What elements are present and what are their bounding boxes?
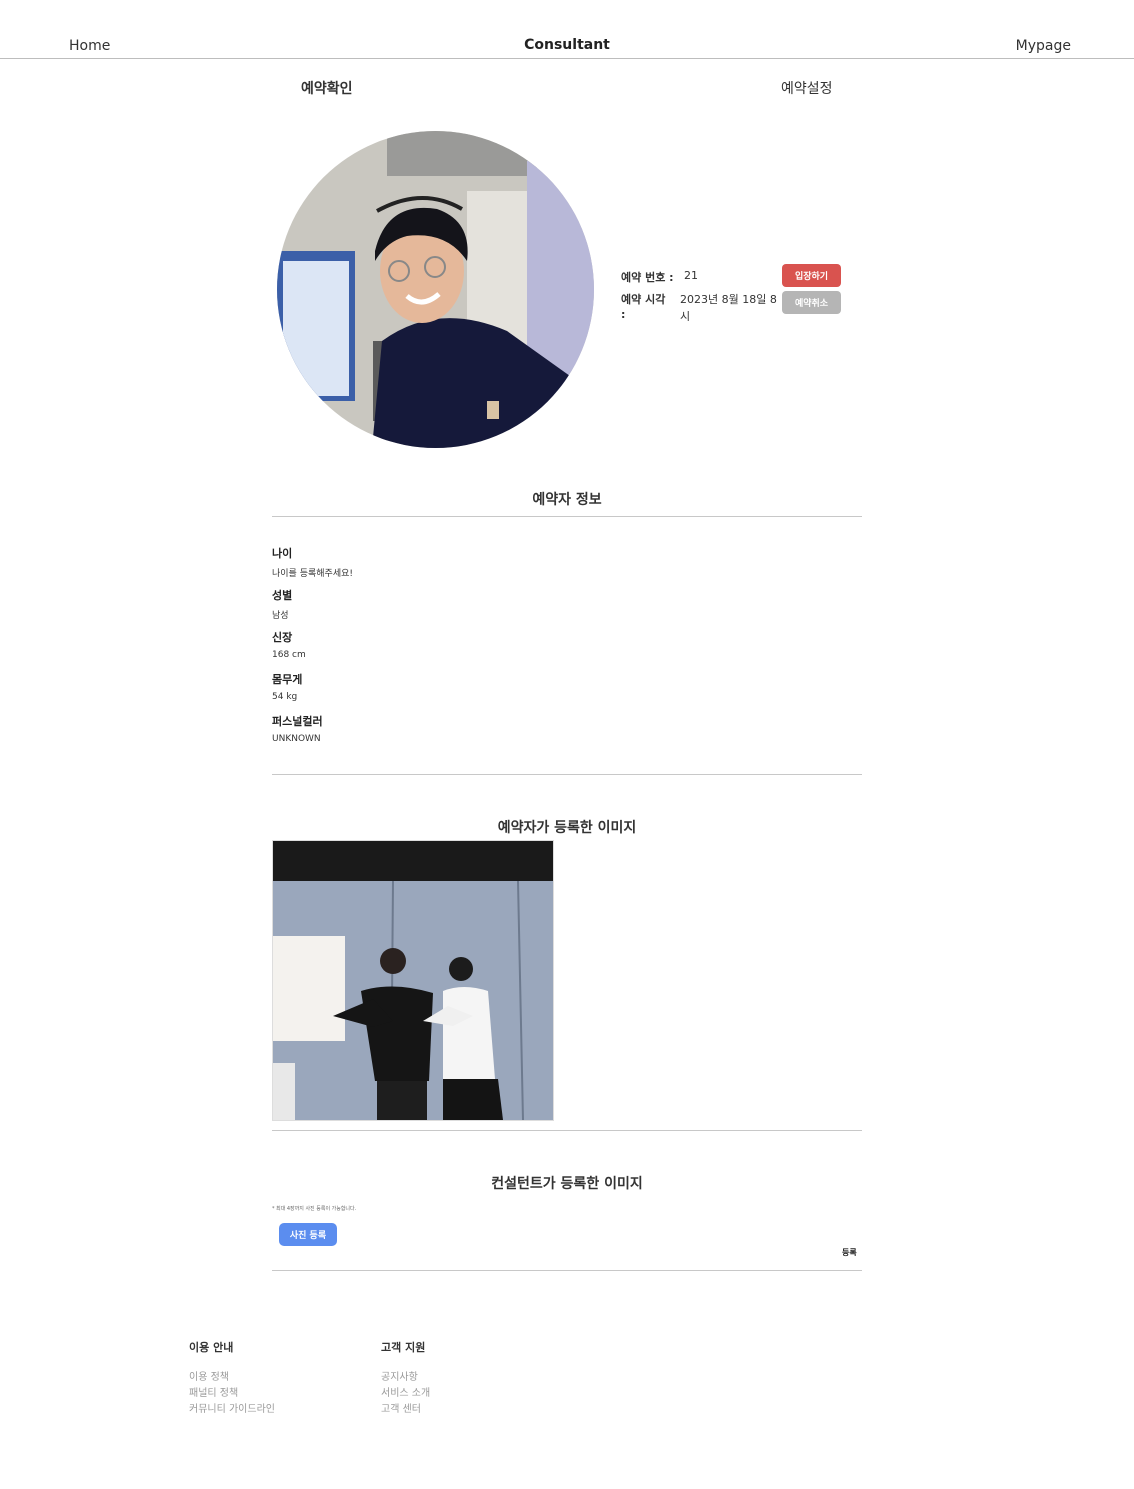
reservation-number-label: 예약 번호 :: [621, 271, 674, 284]
tab-reservation-settings[interactable]: 예약설정: [781, 78, 833, 98]
nav-mypage-link[interactable]: Mypage: [1016, 38, 1071, 54]
personal-color-label: 퍼스널컬러: [272, 715, 323, 728]
reservation-time-colon: :: [621, 308, 626, 321]
user-uploaded-image[interactable]: [272, 840, 554, 1121]
reserver-info-title: 예약자 정보: [532, 492, 602, 508]
user-images-title: 예약자가 등록한 이미지: [497, 820, 637, 836]
footer-link-penalty-policy[interactable]: 패널티 정책: [189, 1384, 238, 1399]
cancel-reservation-button[interactable]: 예약취소: [782, 291, 841, 314]
divider: [272, 774, 862, 775]
reservation-number-value: 21: [684, 269, 698, 282]
consultant-images-title: 컨설턴트가 등록한 이미지: [491, 1176, 643, 1192]
divider: [272, 1270, 862, 1271]
height-label: 신장: [272, 631, 293, 644]
upload-limit-note: * 최대 4장까지 사진 등록이 가능합니다.: [272, 1206, 357, 1212]
tab-reservation-confirm[interactable]: 예약확인: [301, 78, 353, 98]
footer-link-service-intro[interactable]: 서비스 소개: [381, 1384, 430, 1399]
weight-label: 몸무게: [272, 673, 303, 686]
enter-button[interactable]: 입장하기: [782, 264, 841, 287]
divider: [272, 1130, 862, 1131]
personal-color-value: UNKNOWN: [272, 734, 321, 744]
gender-label: 성별: [272, 589, 293, 602]
gender-value: 남성: [272, 611, 289, 621]
weight-value: 54 kg: [272, 692, 298, 702]
reservation-time-value: 2023년 8월 18일 8시: [680, 293, 777, 323]
top-navigation: Home Consultant Mypage: [0, 0, 1134, 59]
footer-link-usage-policy[interactable]: 이용 정책: [189, 1368, 229, 1383]
site-title: Consultant: [524, 37, 610, 53]
age-value: 나이를 등록해주세요!: [272, 569, 353, 579]
footer-link-notices[interactable]: 공지사항: [381, 1368, 418, 1383]
divider: [272, 516, 862, 517]
register-button[interactable]: 등록: [842, 1247, 857, 1258]
footer-usage-title: 이용 안내: [189, 1341, 234, 1354]
age-label: 나이: [272, 547, 293, 560]
reserver-profile-photo: [277, 131, 594, 448]
height-value: 168 cm: [272, 650, 306, 660]
footer-support-title: 고객 지원: [381, 1341, 426, 1354]
reservation-time-label: 예약 시각: [621, 293, 666, 306]
footer-link-customer-center[interactable]: 고객 센터: [381, 1400, 421, 1415]
photo-upload-button[interactable]: 사진 등록: [279, 1223, 337, 1246]
footer-link-community-guidelines[interactable]: 커뮤니티 가이드라인: [189, 1400, 275, 1415]
